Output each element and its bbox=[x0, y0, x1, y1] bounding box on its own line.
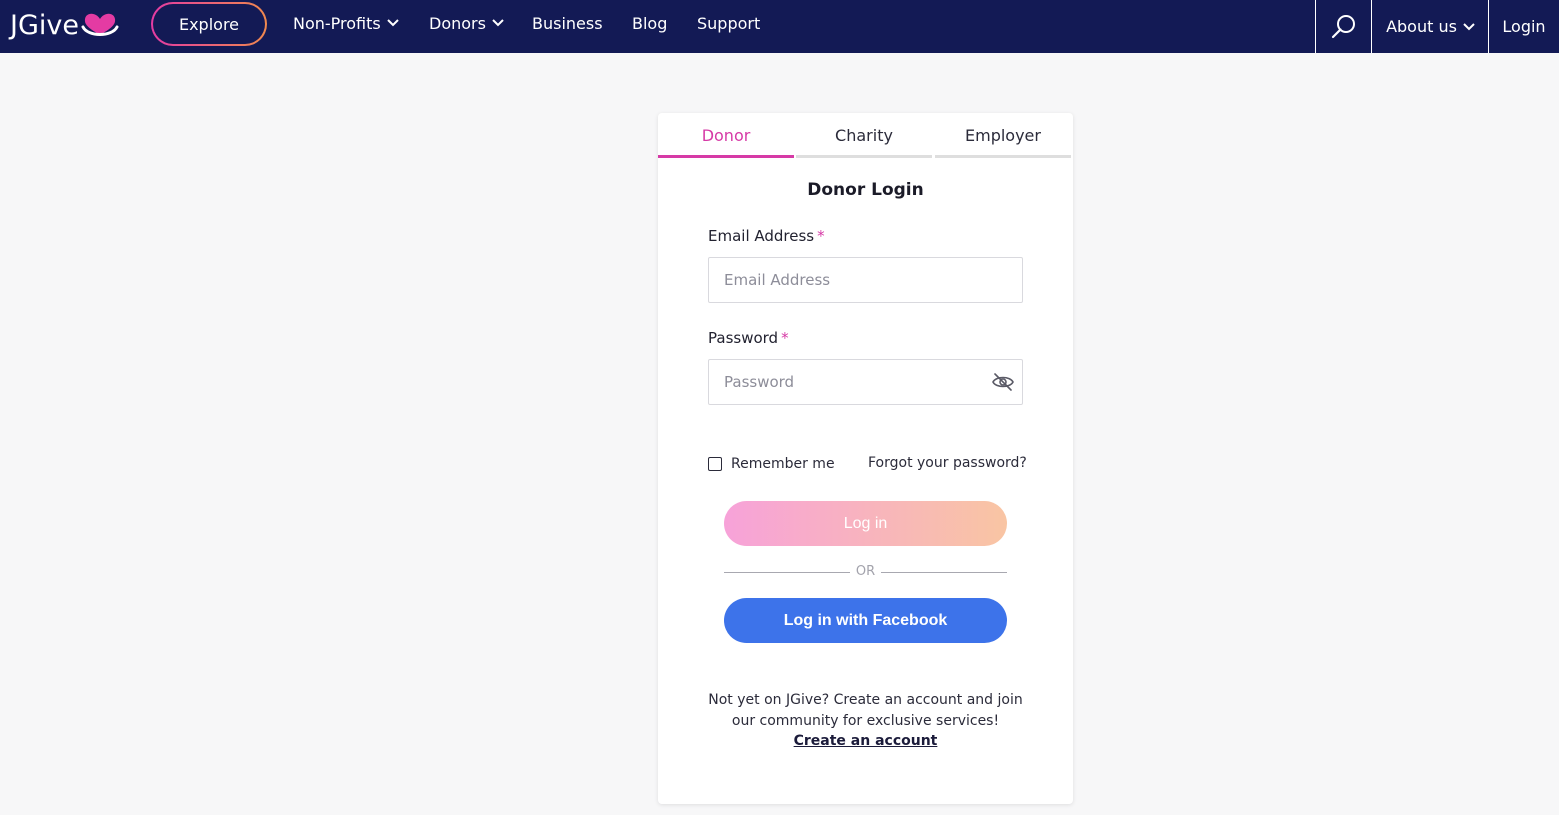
nav-item-label: About us bbox=[1386, 17, 1457, 36]
password-label: Password * bbox=[708, 329, 789, 347]
nav-item-donors[interactable]: Donors bbox=[429, 0, 504, 46]
signup-prompt-line1: Not yet on JGive? Create an account and … bbox=[708, 692, 1023, 708]
tab-underline bbox=[796, 155, 932, 158]
chevron-down-icon bbox=[492, 19, 504, 27]
create-account-link[interactable]: Create an account bbox=[658, 733, 1073, 749]
facebook-login-button[interactable]: Log in with Facebook bbox=[724, 598, 1007, 643]
email-label: Email Address * bbox=[708, 227, 825, 245]
tab-employer[interactable]: Employer bbox=[935, 113, 1071, 158]
nav-item-blog[interactable]: Blog bbox=[632, 0, 667, 46]
search-button[interactable] bbox=[1315, 0, 1372, 53]
nav-item-label: Non-Profits bbox=[293, 13, 381, 33]
nav-login-link[interactable]: Login bbox=[1488, 0, 1559, 53]
password-field[interactable] bbox=[708, 359, 1023, 405]
explore-button-label: Explore bbox=[153, 4, 265, 44]
explore-button[interactable]: Explore bbox=[151, 2, 267, 46]
nav-item-label: Support bbox=[697, 13, 761, 33]
password-label-text: Password bbox=[708, 329, 779, 347]
tab-label: Charity bbox=[835, 126, 893, 145]
eye-slash-icon[interactable] bbox=[991, 372, 1015, 392]
nav-item-support[interactable]: Support bbox=[697, 0, 760, 46]
chevron-down-icon bbox=[387, 19, 399, 27]
or-divider: OR bbox=[724, 563, 1007, 581]
nav-login-label: Login bbox=[1502, 17, 1546, 36]
top-navbar: JGive Explore Non-Profits Donors Busines… bbox=[0, 0, 1559, 53]
signup-prompt-line2: our community for exclusive services! bbox=[731, 713, 1000, 729]
login-button[interactable]: Log in bbox=[724, 501, 1007, 546]
tab-donor[interactable]: Donor bbox=[658, 113, 794, 158]
email-label-text: Email Address bbox=[708, 227, 815, 245]
heart-smile-icon bbox=[81, 13, 119, 36]
tab-label: Donor bbox=[701, 126, 751, 145]
tab-underline bbox=[935, 155, 1071, 158]
signup-prompt: Not yet on JGive? Create an account and … bbox=[698, 690, 1033, 732]
forgot-password-link[interactable]: Forgot your password? bbox=[868, 455, 1027, 471]
nav-item-non-profits[interactable]: Non-Profits bbox=[293, 0, 399, 46]
account-type-tabs: Donor Charity Employer bbox=[658, 113, 1073, 158]
tab-charity[interactable]: Charity bbox=[796, 113, 932, 158]
tab-label: Employer bbox=[965, 126, 1041, 145]
email-field[interactable] bbox=[708, 257, 1023, 303]
required-asterisk: * bbox=[781, 329, 789, 347]
login-card: Donor Charity Employer Donor Login Email… bbox=[658, 113, 1073, 804]
chevron-down-icon bbox=[1463, 22, 1475, 30]
tab-underline bbox=[658, 155, 794, 158]
checkbox-box[interactable] bbox=[708, 457, 722, 471]
jgive-logo[interactable]: JGive bbox=[10, 8, 120, 44]
nav-item-label: Business bbox=[532, 13, 603, 33]
nav-item-about-us[interactable]: About us bbox=[1371, 0, 1489, 53]
login-title: Donor Login bbox=[807, 180, 924, 200]
nav-item-business[interactable]: Business bbox=[532, 0, 603, 46]
remember-me-label: Remember me bbox=[731, 456, 835, 472]
search-icon bbox=[1331, 14, 1355, 38]
nav-item-label: Blog bbox=[632, 13, 668, 33]
nav-item-label: Donors bbox=[429, 13, 486, 33]
logo-text: JGive bbox=[10, 10, 79, 41]
remember-me-checkbox[interactable]: Remember me bbox=[708, 456, 835, 472]
required-asterisk: * bbox=[817, 227, 825, 245]
divider-line bbox=[881, 572, 1007, 573]
